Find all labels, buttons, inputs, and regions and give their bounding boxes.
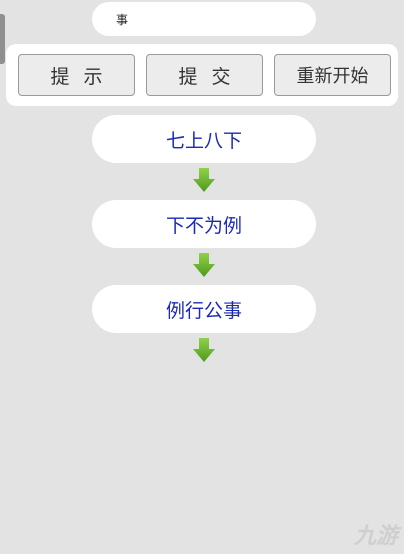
green-down-arrow-icon	[193, 253, 215, 277]
jiuyou-logo-icon: 九游	[354, 518, 398, 550]
green-down-arrow-icon	[193, 168, 215, 192]
hint-button[interactable]: 提示	[18, 54, 135, 96]
watermark-text: 九游	[353, 524, 398, 549]
idiom-chain-item-1: 七上八下	[92, 115, 316, 163]
button-panel: 提示 提交 重新开始	[6, 44, 398, 106]
answer-input[interactable]: 事	[92, 2, 316, 36]
scroll-indicator[interactable]	[0, 14, 5, 64]
submit-button[interactable]: 提交	[146, 54, 263, 96]
idiom-chain-item-3: 例行公事	[92, 285, 316, 333]
restart-button[interactable]: 重新开始	[274, 54, 391, 96]
idiom-chain-item-2: 下不为例	[92, 200, 316, 248]
green-down-arrow-icon	[193, 338, 215, 362]
answer-input-value: 事	[116, 12, 129, 27]
